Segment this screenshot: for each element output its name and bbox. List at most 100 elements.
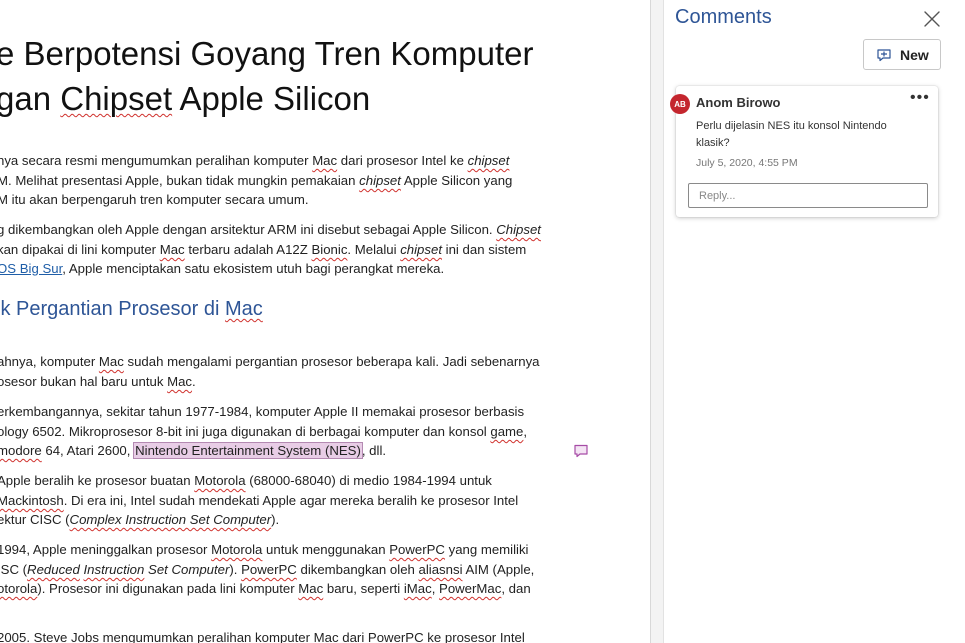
close-icon[interactable] bbox=[922, 9, 942, 29]
comment-marker-icon[interactable] bbox=[573, 443, 589, 459]
paragraph-line[interactable]: Mackintosh. Di era ini, Intel sudah mend… bbox=[0, 493, 518, 509]
flagged-word[interactable]: Instruction bbox=[84, 562, 145, 577]
flagged-word[interactable]: Mac bbox=[298, 581, 323, 596]
text: ISC ( bbox=[0, 562, 28, 577]
text: . Di era ini, Intel sudah mendekati Appl… bbox=[63, 493, 519, 508]
flagged-word[interactable]: Motorola bbox=[211, 542, 262, 557]
flagged-word[interactable]: aliasnsi bbox=[419, 562, 463, 577]
pane-splitter[interactable] bbox=[650, 0, 664, 643]
paragraph-line[interactable]: g dikembangkan oleh Apple dengan arsitek… bbox=[0, 222, 541, 238]
text: ). Prosesor ini digunakan pada lini komp… bbox=[37, 581, 299, 596]
reply-input[interactable] bbox=[688, 183, 928, 208]
title-text: gan bbox=[0, 80, 61, 117]
flagged-word[interactable]: Bionic bbox=[312, 242, 348, 257]
flagged-word[interactable]: Mac bbox=[312, 153, 337, 168]
text: 1994, Apple meninggalkan prosesor bbox=[0, 542, 212, 557]
text: . Melalui bbox=[347, 242, 401, 257]
flagged-word[interactable]: iMac bbox=[404, 581, 432, 596]
paragraph-line[interactable]: ahnya, komputer Mac sudah mengalami perg… bbox=[0, 354, 540, 370]
text: AIM (Apple, bbox=[462, 562, 535, 577]
new-comment-button[interactable]: New bbox=[863, 39, 941, 70]
paragraph-line[interactable]: ektur CISC (Complex Instruction Set Comp… bbox=[0, 512, 279, 528]
text: , dan bbox=[501, 581, 531, 596]
paragraph-line[interactable]: nya secara resmi mengumumkan peralihan k… bbox=[0, 153, 509, 169]
flagged-word[interactable]: game bbox=[490, 424, 523, 439]
comment-text: Perlu dijelasin NES itu konsol Nintendo … bbox=[696, 120, 887, 149]
commented-text-highlight[interactable]: Nintendo Entertainment System (NES) bbox=[133, 442, 363, 459]
more-options-icon[interactable]: ••• bbox=[910, 89, 930, 107]
text: g dikembangkan oleh Apple dengan arsitek… bbox=[0, 222, 497, 237]
text: erkembangannya, sekitar tahun 1977-1984,… bbox=[0, 404, 525, 419]
text: Apple beralih ke prosesor buatan bbox=[0, 473, 195, 488]
flagged-word[interactable]: Mac bbox=[99, 354, 124, 369]
flagged-word[interactable]: PowerPC bbox=[389, 542, 445, 557]
text: untuk menggunakan bbox=[262, 542, 390, 557]
paragraph-line[interactable]: OS Big Sur, Apple menciptakan satu ekosi… bbox=[0, 261, 444, 277]
text: Apple Silicon yang bbox=[400, 173, 513, 188]
paragraph-line[interactable]: 2005. Steve Jobs mengumumkan peralihan k… bbox=[0, 630, 525, 643]
flagged-word[interactable]: Chipset bbox=[496, 222, 541, 237]
text: ektur CISC ( bbox=[0, 512, 70, 527]
heading-text: ik Pergantian Prosesor di bbox=[0, 298, 226, 320]
flagged-word[interactable]: chipset bbox=[400, 242, 442, 257]
document-title-line-2[interactable]: gan Chipset Apple Silicon bbox=[0, 80, 370, 118]
paragraph-line[interactable]: modore 64, Atari 2600, Nintendo Entertai… bbox=[0, 442, 387, 459]
text: , Apple menciptakan satu ekosistem utuh … bbox=[62, 261, 445, 276]
hyperlink[interactable]: OS Big Sur bbox=[0, 261, 62, 276]
flagged-word[interactable]: PowerPC bbox=[241, 562, 297, 577]
paragraph-line[interactable]: osesor bukan hal baru untuk Mac. bbox=[0, 374, 196, 390]
text: terbaru adalah A12Z bbox=[184, 242, 312, 257]
paragraph-line[interactable]: Apple beralih ke prosesor buatan Motorol… bbox=[0, 473, 492, 489]
title-text-flagged[interactable]: Chipset bbox=[60, 80, 172, 117]
flagged-word[interactable]: Mac bbox=[160, 242, 185, 257]
flagged-word[interactable]: modore bbox=[0, 443, 42, 458]
document-canvas[interactable]: e Berpotensi Goyang Tren Komputer gan Ch… bbox=[0, 0, 650, 643]
paragraph-line[interactable]: kan dipakai di lini komputer Mac terbaru… bbox=[0, 242, 526, 258]
text: kan dipakai di lini komputer bbox=[0, 242, 160, 257]
flagged-word[interactable]: Complex Instruction Set Computer bbox=[70, 512, 272, 527]
text: , dll. bbox=[361, 443, 387, 458]
flagged-word[interactable]: PowerMac bbox=[439, 581, 501, 596]
text: (68000-68040) di medio 1984-1994 untuk bbox=[245, 473, 492, 488]
section-heading[interactable]: ik Pergantian Prosesor di Mac bbox=[0, 298, 263, 321]
flagged-word[interactable]: Mac bbox=[167, 374, 192, 389]
text: ). bbox=[229, 562, 242, 577]
paragraph-line[interactable]: ology 6502. Mikroprosesor 8-bit ini juga… bbox=[0, 424, 527, 440]
text: baru, seperti bbox=[323, 581, 404, 596]
text: ology 6502. Mikroprosesor 8-bit ini juga… bbox=[0, 424, 491, 439]
flagged-word[interactable]: chipset bbox=[468, 153, 510, 168]
text: ahnya, komputer bbox=[0, 354, 99, 369]
new-button-label: New bbox=[900, 46, 929, 63]
text: sudah mengalami pergantian prosesor bebe… bbox=[123, 354, 540, 369]
comments-pane-title: Comments bbox=[675, 6, 772, 28]
paragraph-line[interactable]: 1994, Apple meninggalkan prosesor Motoro… bbox=[0, 542, 528, 558]
text: osesor bukan hal baru untuk bbox=[0, 374, 168, 389]
new-comment-icon bbox=[877, 48, 891, 61]
paragraph-line[interactable]: ISC (Reduced Instruction Set Computer). … bbox=[0, 562, 534, 578]
flagged-word[interactable]: Motorola bbox=[194, 473, 245, 488]
text: , bbox=[431, 581, 440, 596]
text: 2005. Steve Jobs mengumumkan peralihan k… bbox=[0, 630, 525, 643]
text: dikembangkan oleh bbox=[296, 562, 419, 577]
text: dari prosesor Intel ke bbox=[337, 153, 468, 168]
paragraph-line[interactable]: otorola). Prosesor ini digunakan pada li… bbox=[0, 581, 531, 597]
paragraph-line[interactable]: M. Melihat presentasi Apple, bukan tidak… bbox=[0, 173, 512, 189]
flagged-word[interactable]: Reduced bbox=[27, 562, 80, 577]
flagged-word[interactable]: Mac bbox=[225, 298, 263, 320]
comment-card[interactable]: AB Anom Birowo ••• Perlu dijelasin NES i… bbox=[670, 86, 938, 217]
comments-pane: Comments New AB Anom Birowo ••• Perlu di… bbox=[664, 0, 965, 643]
text: . bbox=[192, 374, 196, 389]
title-text: e Berpotensi Goyang Tren Komputer bbox=[0, 35, 534, 72]
flagged-word[interactable]: chipset bbox=[359, 173, 401, 188]
text: M itu akan berpengaruh tren komputer sec… bbox=[0, 192, 309, 207]
flagged-word[interactable]: Mackintosh bbox=[0, 493, 64, 508]
comment-timestamp: July 5, 2020, 4:55 PM bbox=[696, 157, 798, 169]
flagged-word[interactable]: otorola bbox=[0, 581, 37, 596]
document-title-line-1[interactable]: e Berpotensi Goyang Tren Komputer bbox=[0, 35, 533, 73]
text: Set Computer bbox=[144, 562, 230, 577]
text: ). bbox=[271, 512, 280, 527]
paragraph-line[interactable]: erkembangannya, sekitar tahun 1977-1984,… bbox=[0, 404, 524, 420]
text: yang memiliki bbox=[444, 542, 529, 557]
text: ini dan sistem bbox=[442, 242, 527, 257]
paragraph-line[interactable]: M itu akan berpengaruh tren komputer sec… bbox=[0, 192, 309, 208]
